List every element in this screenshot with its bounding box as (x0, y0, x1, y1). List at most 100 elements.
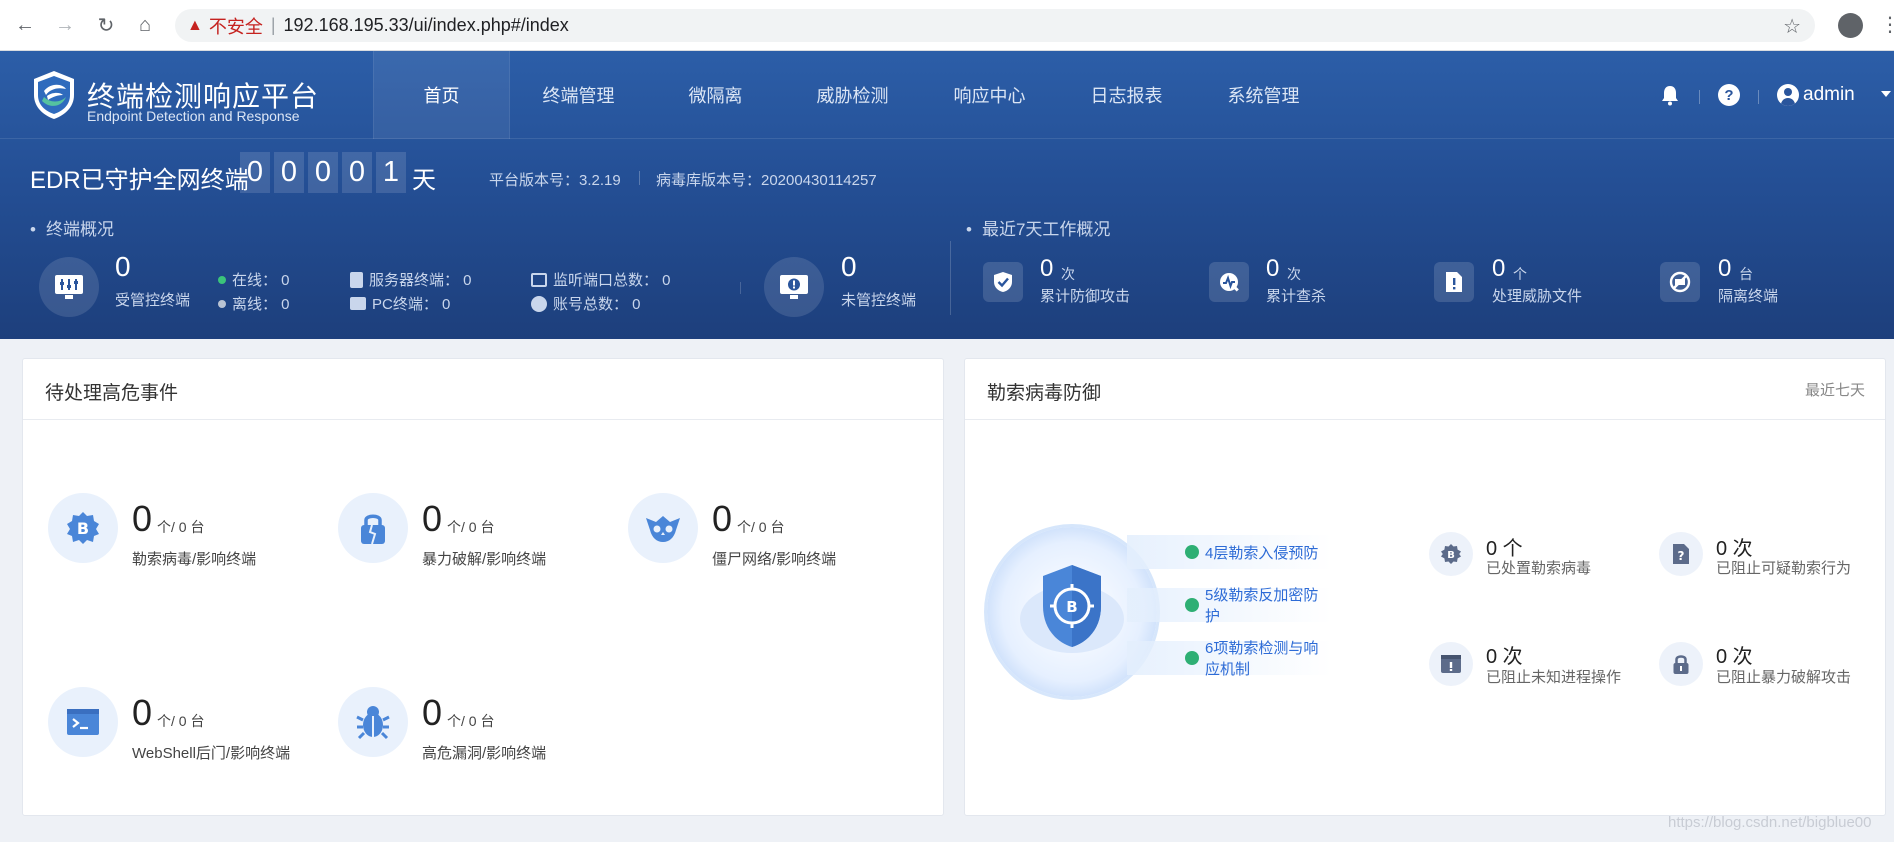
botnet-skull-icon (628, 493, 698, 563)
unmanaged-endpoint-icon (764, 257, 824, 317)
weekly-kill-unit: 次 (1287, 266, 1301, 282)
webshell-count[interactable]: 0 (132, 692, 152, 734)
top-navbar: 终端检测响应平台 Endpoint Detection and Response… (0, 51, 1894, 139)
nav-threat-detection[interactable]: 威胁检测 (784, 51, 921, 139)
nav-log-reports[interactable]: 日志报表 (1058, 51, 1195, 139)
monitor-icon (350, 297, 366, 310)
ransomware-unit: 个/ 0 台 (157, 519, 205, 535)
weekly-defense-value[interactable]: 0 (1040, 255, 1053, 283)
online-dot-icon (218, 275, 226, 284)
svg-text:B: B (1447, 550, 1455, 561)
handled-ransomware-label: 已处置勒索病毒 (1486, 560, 1592, 577)
isolate-icon (1660, 262, 1700, 302)
day-unit: 天 (412, 167, 436, 194)
header-divider (1758, 90, 1759, 104)
svg-text:B: B (77, 519, 89, 538)
bookmark-star-icon[interactable]: ☆ (1783, 14, 1801, 39)
unknown-process-value[interactable]: 0 次 (1486, 640, 1523, 669)
card-header: 待处理高危事件 (23, 359, 943, 420)
prevention-icon (1185, 545, 1199, 559)
user-avatar-icon[interactable] (1777, 84, 1799, 106)
listen-ports-stat[interactable]: 监听端口总数： 0 (531, 269, 671, 290)
offline-stat[interactable]: 离线： 0 (218, 293, 290, 314)
nav-endpoint-management[interactable]: 终端管理 (510, 51, 647, 139)
bruteforce-label: 暴力破解/影响终端 (422, 551, 547, 568)
weekly-files-value[interactable]: 0 (1492, 255, 1505, 283)
unknown-process-label: 已阻止未知进程操作 (1486, 669, 1622, 686)
watermark-text: https://blog.csdn.net/bigblue00 (1668, 814, 1872, 831)
nav-system-management[interactable]: 系统管理 (1195, 51, 1332, 139)
weekly-overview-title: 最近7天工作概况 (966, 215, 1110, 240)
nav-micro-segmentation[interactable]: 微隔离 (647, 51, 784, 139)
virus-db-version: 病毒库版本号：20200430114257 (656, 172, 877, 189)
shield-check-icon (983, 262, 1023, 302)
help-icon[interactable]: ? (1718, 84, 1740, 106)
terminal-icon (48, 687, 118, 757)
bruteforce-blocked-value[interactable]: 0 次 (1716, 640, 1753, 669)
browser-menu-icon[interactable]: ⋮ (1880, 12, 1894, 37)
chevron-down-icon[interactable] (1881, 91, 1891, 97)
layer-prevention-text[interactable]: 4层勒索入侵预防 (1205, 542, 1318, 563)
suspicious-behavior-label: 已阻止可疑勒索行为 (1716, 560, 1852, 577)
forward-icon[interactable]: → (52, 12, 78, 38)
profile-avatar-icon[interactable] (1838, 13, 1863, 38)
webshell-label: WebShell后门/影响终端 (132, 745, 291, 762)
managed-count[interactable]: 0 (115, 251, 131, 283)
online-stat[interactable]: 在线： 0 (218, 269, 290, 290)
svg-text:?: ? (1678, 549, 1685, 563)
botnet-count[interactable]: 0 (712, 498, 732, 540)
back-icon[interactable]: ← (12, 12, 38, 38)
vulnerability-unit: 个/ 0 台 (447, 713, 495, 729)
question-icon: ? (1659, 532, 1703, 576)
app-root: 终端检测响应平台 Endpoint Detection and Response… (0, 51, 1894, 842)
bruteforce-unit: 个/ 0 台 (447, 519, 495, 535)
username[interactable]: admin (1803, 84, 1855, 106)
online-text: 在线： 0 (232, 272, 290, 289)
weekly-kill-value[interactable]: 0 (1266, 255, 1279, 283)
threat-file-icon (1434, 262, 1474, 302)
bell-icon[interactable] (1659, 84, 1681, 106)
server-endpoints-text: 服务器终端： 0 (369, 272, 472, 289)
overview-divider (740, 282, 741, 294)
layer-anti-encryption-text[interactable]: 5级勒索反加密防护 (1205, 584, 1332, 626)
detection-response-icon (1185, 651, 1199, 665)
unmanaged-count[interactable]: 0 (841, 251, 857, 283)
offline-text: 离线： 0 (232, 296, 290, 313)
server-endpoints-stat[interactable]: 服务器终端： 0 (350, 269, 472, 290)
weekly-isolate-unit: 台 (1739, 266, 1753, 282)
managed-endpoint-icon (39, 257, 99, 317)
edr-logo-icon[interactable] (30, 69, 78, 121)
layer-row-anti-encryption: 5级勒索反加密防护 (1127, 587, 1332, 625)
address-separator: | (270, 15, 276, 35)
day-digit: 0 (308, 152, 338, 193)
nav-response-center[interactable]: 响应中心 (921, 51, 1058, 139)
pc-endpoints-text: PC终端： 0 (372, 296, 451, 313)
ransomware-title: 勒索病毒防御 (987, 383, 1102, 404)
layer-detection-response-text[interactable]: 6项勒索检测与响应机制 (1205, 637, 1332, 679)
bug-icon (338, 687, 408, 757)
vulnerability-label: 高危漏洞/影响终端 (422, 745, 547, 762)
time-range-label[interactable]: 最近七天 (1805, 379, 1865, 400)
layer-row-detection-response: 6项勒索检测与响应机制 (1127, 640, 1332, 678)
header-divider (1699, 90, 1700, 104)
guard-days-counter: 0 0 0 0 1 (240, 152, 406, 193)
accounts-text: 账号总数： 0 (553, 296, 641, 313)
ransomware-count[interactable]: 0 (132, 498, 152, 540)
address-bar[interactable]: ▲ 不安全 | 192.168.195.33/ui/index.php#/ind… (175, 9, 1815, 42)
pc-endpoints-stat[interactable]: PC终端： 0 (350, 293, 450, 314)
vulnerability-count[interactable]: 0 (422, 692, 442, 734)
guard-title: EDR已守护全网终端 (30, 167, 249, 194)
home-icon[interactable]: ⌂ (132, 12, 158, 38)
bruteforce-count[interactable]: 0 (422, 498, 442, 540)
weekly-defense-unit: 次 (1061, 266, 1075, 282)
accounts-stat[interactable]: 账号总数： 0 (531, 293, 641, 314)
account-icon (531, 295, 547, 312)
version-divider (639, 171, 640, 185)
high-risk-title: 待处理高危事件 (45, 383, 179, 404)
weekly-files-unit: 个 (1513, 266, 1527, 282)
reload-icon[interactable]: ↻ (93, 12, 119, 38)
weekly-isolate-value[interactable]: 0 (1718, 255, 1731, 283)
lock-icon (1659, 642, 1703, 686)
nav-home[interactable]: 首页 (373, 51, 510, 139)
ransomware-label: 勒索病毒/影响终端 (132, 551, 257, 568)
